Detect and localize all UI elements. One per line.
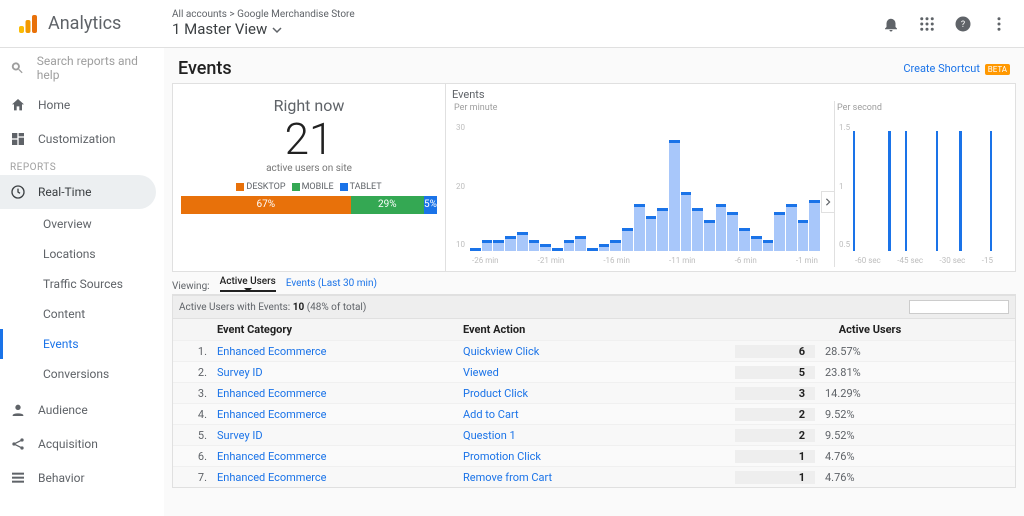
view-name: 1 Master View [172, 20, 267, 38]
viewing-row: Viewing: Active Users Events (Last 30 mi… [172, 272, 1016, 295]
realtime-count: 21 [173, 117, 445, 161]
event-category-link[interactable]: Enhanced Ecommerce [217, 408, 327, 421]
nav-sub-locations[interactable]: Locations [0, 239, 164, 269]
realtime-sub: active users on site [173, 163, 445, 174]
breadcrumb: All accounts > Google Merchandise Store [172, 10, 355, 20]
nav-sub-conversions[interactable]: Conversions [0, 359, 164, 389]
search-placeholder: Search reports and help [37, 54, 154, 82]
event-action-link[interactable]: Question 1 [463, 429, 516, 442]
nav-sub-overview[interactable]: Overview [0, 209, 164, 239]
home-icon [10, 97, 26, 113]
table-row[interactable]: 1.Enhanced EcommerceQuickview Click628.5… [173, 340, 1015, 361]
list-icon [10, 470, 26, 486]
nav-customization[interactable]: Customization [0, 122, 164, 156]
nav-realtime-subs: Overview Locations Traffic Sources Conte… [0, 209, 164, 389]
analytics-logo-icon [16, 12, 40, 36]
chart-expander[interactable] [821, 191, 835, 213]
y-axis-min: 302010 [456, 115, 465, 267]
event-action-link[interactable]: Add to Cart [463, 408, 519, 421]
y-axis-sec: 1.510.5 [839, 115, 850, 267]
event-category-link[interactable]: Enhanced Ecommerce [217, 471, 327, 484]
table-row[interactable]: 6.Enhanced EcommercePromotion Click14.76… [173, 445, 1015, 466]
search-reports[interactable]: Search reports and help [0, 48, 164, 88]
event-category-link[interactable]: Enhanced Ecommerce [217, 387, 327, 400]
tab-active-users[interactable]: Active Users [220, 276, 276, 292]
product-name: Analytics [48, 13, 121, 34]
tab-events-30[interactable]: Events (Last 30 min) [286, 278, 377, 292]
viewing-label: Viewing: [172, 281, 210, 292]
chart-bars-min [470, 131, 820, 251]
table-row[interactable]: 2.Survey IDViewed523.81% [173, 361, 1015, 382]
clock-icon [10, 184, 26, 200]
x-axis-sec: -60 sec-45 sec-30 sec-15 [853, 256, 995, 265]
chart-title: Events [452, 88, 1009, 101]
nav-sub-content[interactable]: Content [0, 299, 164, 329]
table-row[interactable]: 3.Enhanced EcommerceProduct Click314.29% [173, 382, 1015, 403]
table-header: Event Category Event Action Active Users [173, 319, 1015, 340]
per-second-label: Per second [837, 103, 1009, 113]
device-legend: DESKTOP MOBILE TABLET [173, 182, 445, 192]
person-icon [10, 402, 26, 418]
event-category-link[interactable]: Enhanced Ecommerce [217, 345, 327, 358]
nav-audience[interactable]: Audience [0, 393, 164, 427]
nav-sub-traffic[interactable]: Traffic Sources [0, 269, 164, 299]
table-row[interactable]: 7.Enhanced EcommerceRemove from Cart14.7… [173, 466, 1015, 487]
view-selector[interactable]: All accounts > Google Merchandise Store … [172, 10, 355, 38]
event-category-link[interactable]: Survey ID [217, 366, 263, 379]
event-action-link[interactable]: Product Click [463, 387, 528, 400]
create-shortcut-link[interactable]: Create Shortcut BETA [903, 62, 1010, 75]
nav-sub-events[interactable]: Events [0, 329, 164, 359]
nav-behavior[interactable]: Behavior [0, 461, 164, 495]
table-row[interactable]: 5.Survey IDQuestion 129.52% [173, 424, 1015, 445]
realtime-card: Right now 21 active users on site DESKTO… [172, 83, 446, 272]
event-action-link[interactable]: Promotion Click [463, 450, 541, 463]
svg-text:?: ? [961, 20, 965, 30]
event-action-link[interactable]: Quickview Click [463, 345, 539, 358]
events-table: Event Category Event Action Active Users… [172, 319, 1016, 488]
chevron-down-icon [272, 25, 282, 35]
nav-reports-heading: REPORTS [0, 156, 164, 175]
dashboard-icon [10, 131, 26, 147]
nav-discover[interactable]: Discover [0, 511, 164, 516]
page-title: Events [178, 58, 232, 79]
share-icon [10, 436, 26, 452]
x-axis-min: -26 min-21 min-16 min-11 min-6 min-1 min [470, 256, 820, 265]
device-share-bar: 67% 29% 5% [181, 196, 437, 214]
bell-icon[interactable] [882, 15, 900, 33]
nav-home[interactable]: Home [0, 88, 164, 122]
per-minute-label: Per minute [454, 103, 834, 113]
event-category-link[interactable]: Enhanced Ecommerce [217, 450, 327, 463]
more-icon[interactable] [990, 15, 1008, 33]
apps-icon[interactable] [918, 15, 936, 33]
help-icon[interactable]: ? [954, 15, 972, 33]
left-nav: Search reports and help Home Customizati… [0, 48, 164, 516]
chart-bars-sec [853, 131, 995, 251]
nav-acquisition[interactable]: Acquisition [0, 427, 164, 461]
search-icon [10, 60, 25, 76]
event-action-link[interactable]: Remove from Cart [463, 471, 552, 484]
table-search-input[interactable] [909, 300, 1009, 314]
event-category-link[interactable]: Survey ID [217, 429, 263, 442]
summary-row: Active Users with Events: 10 (48% of tot… [172, 295, 1016, 319]
topbar: Analytics All accounts > Google Merchand… [0, 0, 1024, 48]
events-chart-card: Events Per minute 302010 -26 min-21 min-… [446, 83, 1016, 272]
event-action-link[interactable]: Viewed [463, 366, 499, 379]
main-content: Events Create Shortcut BETA Right now 21… [164, 48, 1024, 516]
table-row[interactable]: 4.Enhanced EcommerceAdd to Cart29.52% [173, 403, 1015, 424]
nav-realtime[interactable]: Real-Time [0, 175, 156, 209]
